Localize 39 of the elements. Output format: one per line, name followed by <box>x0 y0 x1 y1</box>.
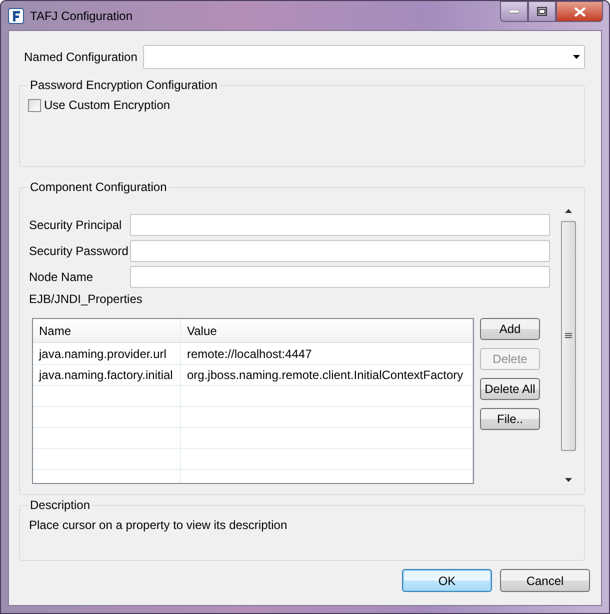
grip-icon <box>565 333 572 339</box>
text-field[interactable] <box>130 214 550 236</box>
checkbox[interactable] <box>28 98 41 112</box>
scroll-down-icon[interactable] <box>565 478 572 482</box>
description-text: Place cursor on a property to view its description <box>28 518 288 532</box>
text-field[interactable] <box>130 240 550 262</box>
field-label: Node Name <box>29 270 94 284</box>
dialog-button[interactable]: OK <box>402 569 492 592</box>
group-title: Component Configuration <box>28 180 169 195</box>
app-icon <box>8 8 24 24</box>
group-title: Password Encryption Configuration <box>28 78 220 93</box>
table-cell: java.naming.provider.url <box>33 344 181 364</box>
checkbox-label: Use Custom Encryption <box>44 98 170 112</box>
column-header[interactable]: Name <box>33 319 181 342</box>
maximize-icon <box>537 7 547 16</box>
table-cell: org.jboss.naming.remote.client.InitialContextFactory <box>181 365 473 385</box>
column-header[interactable]: Value <box>181 319 473 342</box>
field-label: Security Principal <box>29 218 123 232</box>
window-title: TAFJ Configuration <box>30 8 132 22</box>
minimize-button[interactable] <box>500 1 528 22</box>
dropdown-arrow-icon <box>573 55 580 59</box>
table-action-button[interactable]: Delete All <box>480 378 540 400</box>
close-button[interactable] <box>556 1 603 22</box>
scroll-up-icon[interactable] <box>565 208 572 212</box>
table-action-button[interactable]: Add <box>480 318 540 340</box>
group-title: Description <box>28 498 92 513</box>
configuration-dropdown[interactable] <box>143 45 585 69</box>
maximize-button[interactable] <box>528 1 556 22</box>
table-action-button[interactable]: File.. <box>480 408 540 430</box>
table-cell: java.naming.factory.initial <box>33 365 181 385</box>
dialog-button[interactable]: Cancel <box>500 569 590 592</box>
section-label: EJB/JNDI_Properties <box>29 292 144 306</box>
text-field[interactable] <box>130 266 550 288</box>
field-label: Named Configuration <box>24 50 138 64</box>
minimize-icon <box>509 10 519 14</box>
scroll-thumb[interactable] <box>561 221 576 451</box>
field-label: Security Password <box>29 244 130 258</box>
close-icon <box>574 6 586 16</box>
table-cell: remote://localhost:4447 <box>181 344 473 364</box>
